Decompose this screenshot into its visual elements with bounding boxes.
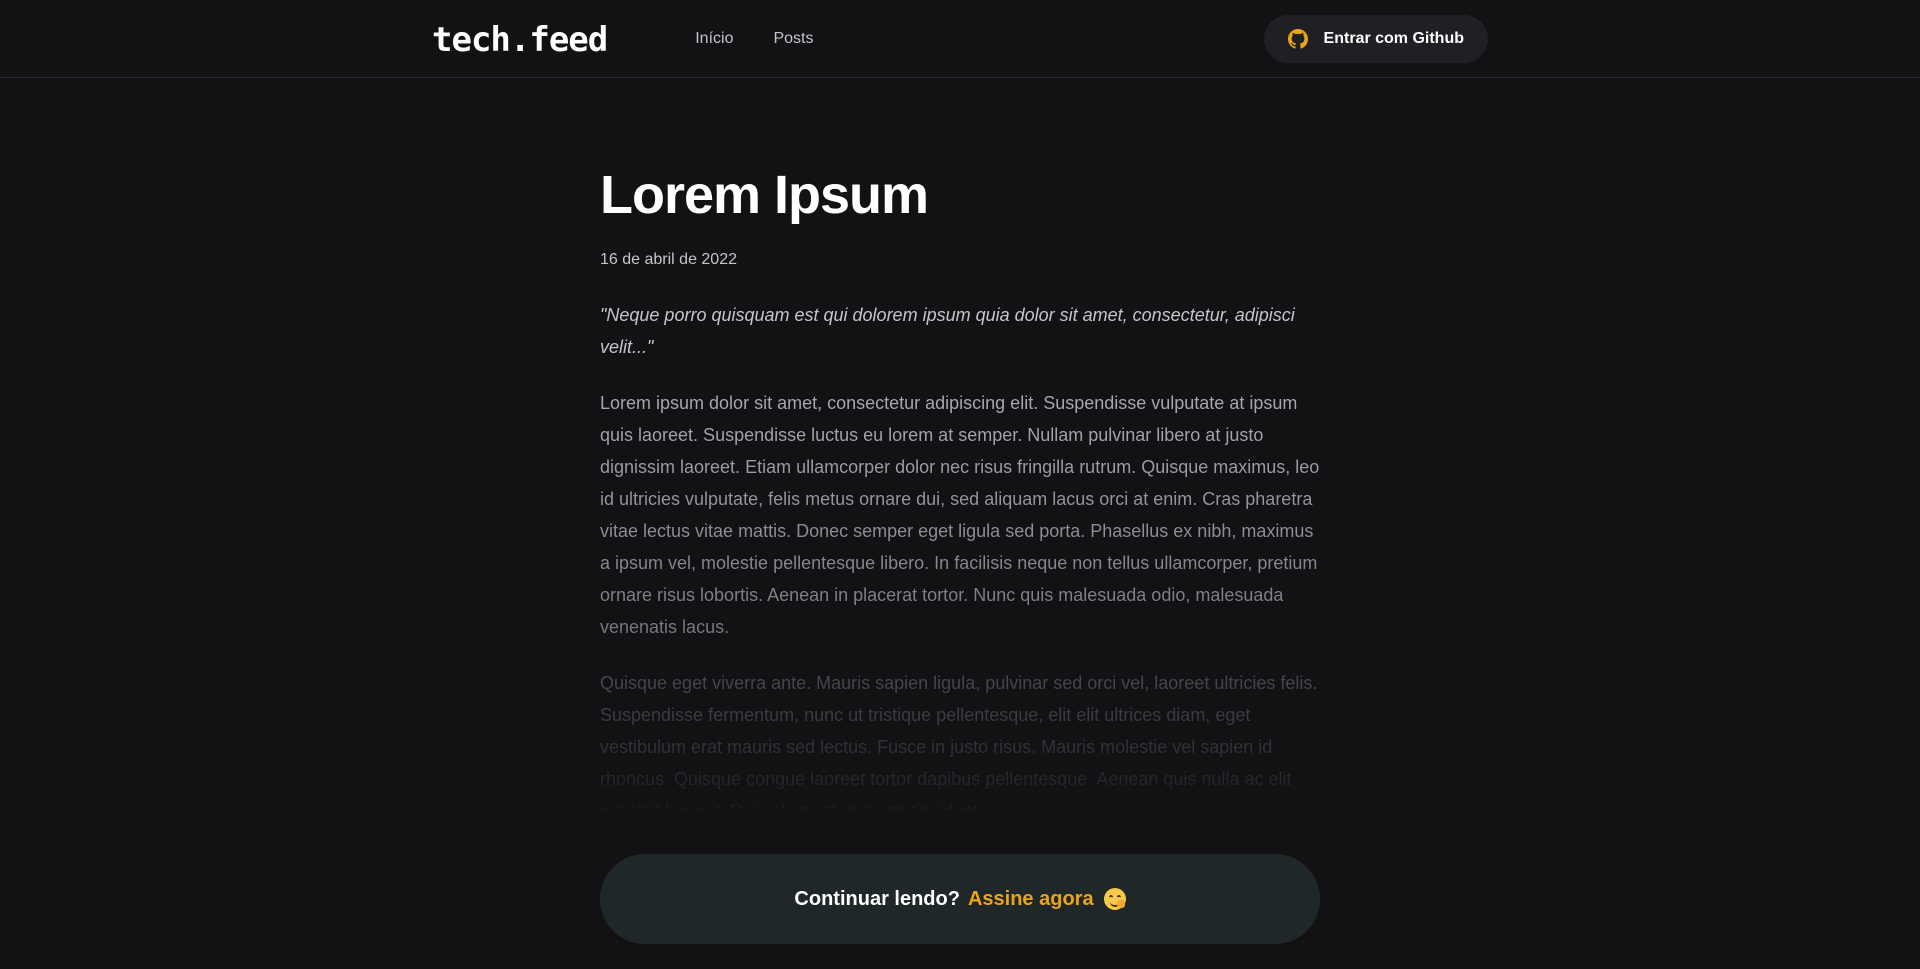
post-article: Lorem Ipsum 16 de abril de 2022 "Neque p… <box>600 78 1320 833</box>
subscribe-link[interactable]: Assine agora <box>968 888 1094 911</box>
continue-reading-banner: Continuar lendo? Assine agora <box>600 854 1320 944</box>
site-header: tech.feed Início Posts Entrar com Github <box>0 0 1920 78</box>
site-logo[interactable]: tech.feed <box>432 20 608 60</box>
nav-link-inicio[interactable]: Início <box>695 0 733 78</box>
github-login-button[interactable]: Entrar com Github <box>1263 15 1488 63</box>
github-icon <box>1287 29 1308 49</box>
nav-link-posts[interactable]: Posts <box>773 0 813 78</box>
main-nav: Início Posts <box>695 0 853 78</box>
post-paragraph: Lorem ipsum dolor sit amet, consectetur … <box>600 387 1320 643</box>
header-container: tech.feed Início Posts Entrar com Github <box>432 0 1488 78</box>
post-paragraph-faded: Quisque eget viverra ante. Mauris sapien… <box>600 667 1320 809</box>
post-title: Lorem Ipsum <box>600 165 929 225</box>
hugging-face-emoji-icon <box>1103 888 1126 910</box>
post-date: 16 de abril de 2022 <box>600 251 737 268</box>
post-content: Lorem ipsum dolor sit amet, consectetur … <box>600 387 1320 809</box>
github-login-label: Entrar com Github <box>1323 30 1464 47</box>
continue-reading-text: Continuar lendo? <box>794 887 960 910</box>
post-excerpt: "Neque porro quisquam est qui dolorem ip… <box>600 305 1295 357</box>
